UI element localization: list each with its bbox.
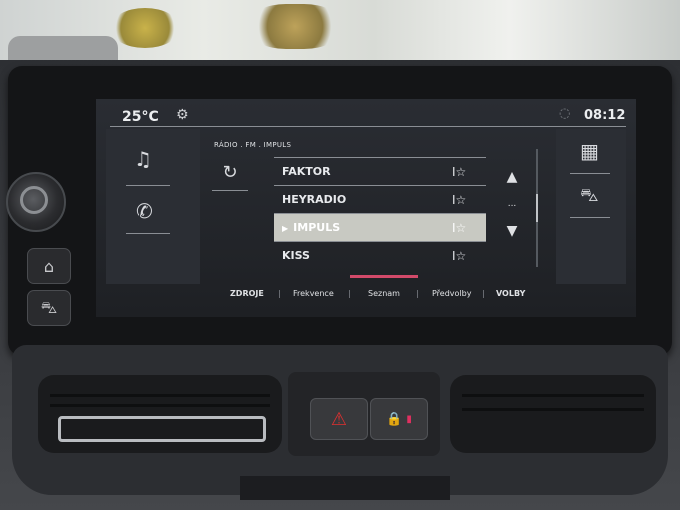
vent-chrome-trim [58,416,266,442]
left-menu: ♫ ✆ [106,129,200,284]
hazard-button[interactable]: ⚠ [310,398,368,440]
home-button[interactable]: ⌂ [27,248,71,284]
vent-slat [50,394,270,397]
home-icon: ⌂ [43,256,55,276]
favorite-star-icon[interactable]: I☆ [452,249,486,263]
vent-slat [462,394,644,397]
tab-seznam[interactable]: Seznam [368,289,400,298]
central-lock-button[interactable]: 🔒 ▮ [370,398,428,440]
menu-divider [570,173,610,174]
lock-indicator: ▮ [406,413,412,425]
status-bar: 25°C ⚙ ◌ 08:12 [96,99,636,125]
gear-icon[interactable]: ⚙ [176,107,189,123]
tree-background [250,4,340,49]
scroll-down-icon[interactable]: ▼ [500,223,524,239]
vent-slat [462,408,644,411]
station-row[interactable]: KISS I☆ [274,241,486,269]
climate-control-strip [240,476,450,500]
tab-volby[interactable]: VOLBY [496,289,525,298]
clock: 08:12 [584,108,626,123]
breadcrumb: RÁDIO . FM . IMPULS [214,141,292,149]
signal-icon: ◌ [559,106,571,121]
favorite-star-icon[interactable]: I☆ [452,193,486,207]
car-icon[interactable]: ⛍ [580,185,599,209]
station-name: KISS [282,249,310,262]
station-row[interactable]: HEYRADIO I☆ [274,185,486,213]
play-icon: ▶ [282,224,289,233]
tab-separator: | [482,289,485,298]
music-note-icon[interactable]: ♫ [134,147,152,171]
phone-icon[interactable]: ✆ [136,199,153,223]
tab-separator: | [278,289,281,298]
menu-divider [570,217,610,218]
refresh-icon[interactable]: ↻ [212,162,248,191]
grid-apps-icon[interactable]: ▦ [580,139,599,163]
lock-icon: 🔒 [386,411,403,427]
favorite-star-icon[interactable]: I☆ [452,221,486,235]
active-tab-indicator [350,275,418,278]
station-name-text: IMPULS [293,221,341,234]
station-row-active[interactable]: ▶ IMPULS I☆ [274,213,486,241]
station-name: FAKTOR [282,165,331,178]
station-name: ▶ IMPULS [274,221,452,234]
right-menu: ▦ ⛍ [556,129,626,284]
hazard-icon: ⚠ [330,408,348,430]
knob-ring [20,186,48,214]
menu-divider [126,233,170,234]
temperature: 25°C [122,109,159,125]
tab-frekvence[interactable]: Frekvence [293,289,334,298]
tree-background [110,8,180,48]
scroll-controls: ▲ ... ▼ [500,169,524,239]
status-divider [110,126,626,127]
scroll-dots: ... [507,199,517,209]
touchscreen-display: 25°C ⚙ ◌ 08:12 ♫ ✆ ▦ ⛍ RÁDIO . FM . IMPU… [96,99,636,317]
favorite-star-icon[interactable]: I☆ [452,165,486,179]
menu-divider [126,185,170,186]
station-name: HEYRADIO [282,193,347,206]
car-icon: ⛍ [40,297,58,317]
volume-knob[interactable] [6,172,66,232]
tab-separator: | [416,289,419,298]
station-list: FAKTOR I☆ HEYRADIO I☆ ▶ IMPULS I☆ KISS I☆ [274,157,486,269]
station-row[interactable]: FAKTOR I☆ [274,157,486,185]
air-vent-right[interactable] [450,375,656,453]
tab-separator: | [348,289,351,298]
scrollbar-thumb[interactable] [536,194,538,222]
vehicle-button[interactable]: ⛍ [27,290,71,326]
tab-zdroje[interactable]: ZDROJE [230,289,264,298]
scroll-up-icon[interactable]: ▲ [500,169,524,185]
vent-slat [50,404,270,407]
tab-predvolby[interactable]: Předvolby [432,289,471,298]
